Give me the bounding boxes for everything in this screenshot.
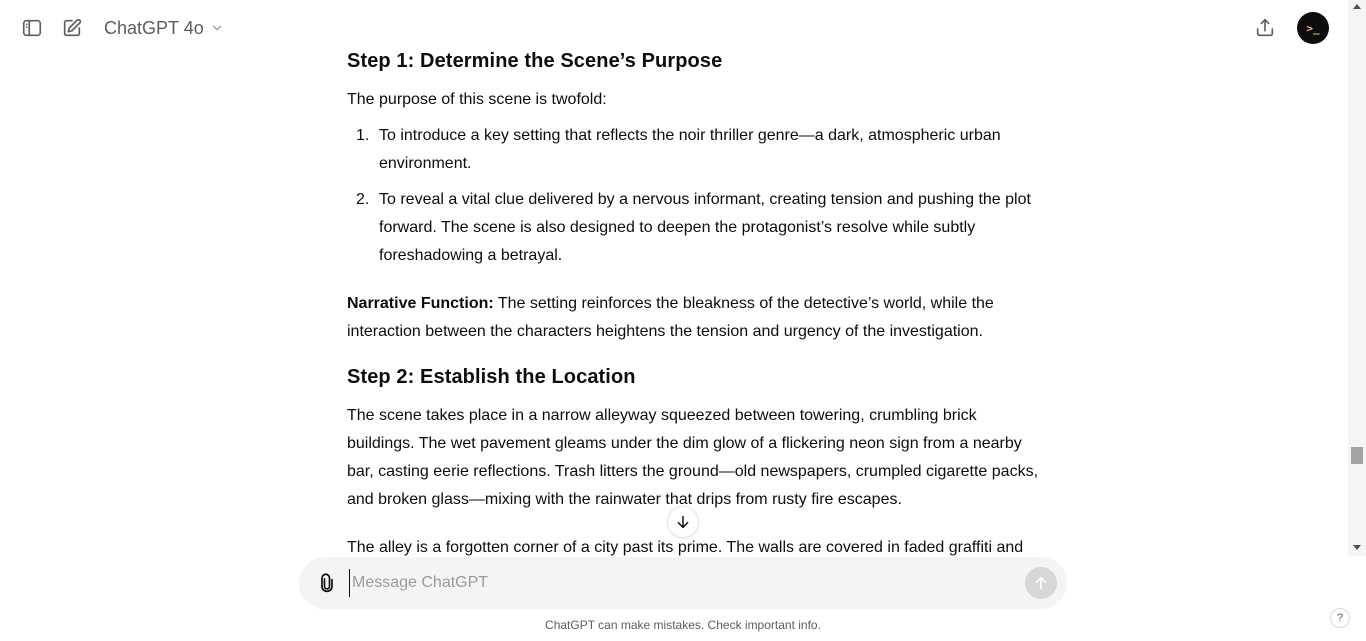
- attach-button[interactable]: [315, 569, 339, 597]
- arrow-up-icon: [1035, 576, 1047, 590]
- send-button[interactable]: [1025, 567, 1057, 599]
- chevron-down-icon: [212, 25, 221, 31]
- list-item: 2. To reveal a vital clue delivered by a…: [347, 186, 1047, 270]
- list-text: To introduce a key setting that reflects…: [379, 127, 1001, 172]
- list-number: 1.: [356, 127, 370, 144]
- scroll-to-bottom-button[interactable]: [667, 506, 699, 538]
- narrative-function-label: Narrative Function:: [347, 295, 494, 312]
- narrative-function-paragraph: Narrative Function: The setting reinforc…: [347, 290, 1047, 346]
- scrollbar[interactable]: [1348, 0, 1366, 556]
- scrollbar-thumb[interactable]: [1351, 447, 1363, 464]
- sidebar-icon: [22, 19, 42, 37]
- conversation-content: Step 1: Determine the Scene’s Purpose Th…: [347, 0, 1047, 560]
- share-icon: [1256, 18, 1274, 37]
- scroll-up-arrow-icon[interactable]: [1353, 4, 1361, 9]
- avatar[interactable]: >_: [1297, 12, 1329, 44]
- message-composer: [299, 557, 1067, 609]
- message-input[interactable]: [349, 569, 1009, 597]
- list-item: 1. To introduce a key setting that refle…: [347, 122, 1047, 178]
- list-number: 2.: [356, 191, 370, 208]
- step2-paragraph-1: The scene takes place in a narrow alleyw…: [347, 407, 1039, 508]
- help-button[interactable]: ?: [1330, 608, 1350, 628]
- step2-heading: Step 2: Establish the Location: [347, 366, 636, 388]
- step1-heading: Step 1: Determine the Scene’s Purpose: [347, 50, 723, 72]
- paperclip-icon: [321, 573, 333, 593]
- edit-icon: [63, 18, 82, 37]
- list-text: To reveal a vital clue delivered by a ne…: [379, 191, 1031, 264]
- scroll-down-arrow-icon[interactable]: [1353, 545, 1361, 550]
- step1-intro: The purpose of this scene is twofold:: [347, 91, 607, 108]
- model-label: ChatGPT 4o: [104, 17, 204, 38]
- model-selector[interactable]: ChatGPT 4o: [104, 16, 224, 40]
- disclaimer-text: ChatGPT can make mistakes. Check importa…: [545, 618, 821, 632]
- new-chat-button[interactable]: [58, 14, 86, 42]
- share-button[interactable]: [1251, 14, 1279, 42]
- arrow-down-icon: [677, 515, 689, 529]
- sidebar-toggle-button[interactable]: [18, 14, 46, 42]
